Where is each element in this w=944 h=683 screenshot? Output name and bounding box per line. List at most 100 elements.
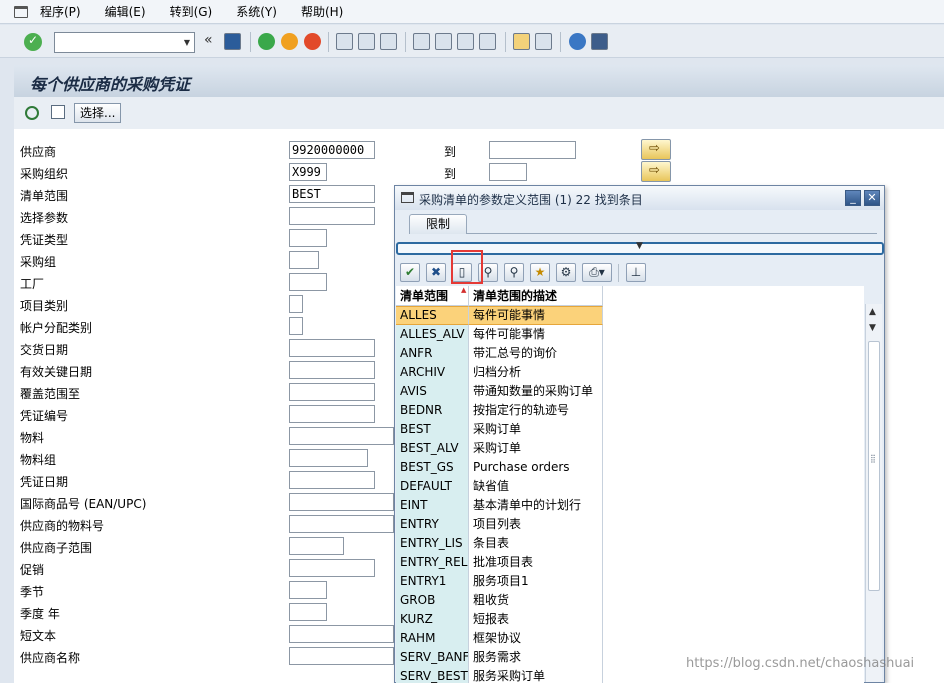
scope-cell: ENTRY_REL [396, 553, 469, 572]
table-row[interactable]: BEST_GS Purchase orders [396, 458, 864, 477]
ean-upc-input[interactable] [289, 493, 394, 511]
menu-edit[interactable]: 编辑(E) [105, 3, 146, 20]
scroll-thumb[interactable] [868, 341, 880, 591]
table-row[interactable]: GROB 粗收货 [396, 591, 864, 610]
table-row[interactable]: ENTRY1 服务项目1 [396, 572, 864, 591]
menu-program[interactable]: 程序(P) [40, 3, 81, 20]
back-icon[interactable] [258, 33, 275, 50]
enter-icon[interactable] [24, 33, 42, 51]
next-page-icon[interactable] [457, 33, 474, 50]
shortcut-icon[interactable] [535, 33, 552, 50]
menu-help[interactable]: 帮助(H) [301, 3, 343, 20]
scroll-down-icon[interactable]: ▼ [869, 323, 876, 333]
menu-goto[interactable]: 转到(G) [170, 3, 213, 20]
document-date-input[interactable] [289, 471, 375, 489]
print-icon[interactable] [336, 33, 353, 50]
table-row[interactable]: AVIS 带通知数量的采购订单 [396, 382, 864, 401]
scope-cell: EINT [396, 496, 469, 515]
find-next-icon[interactable]: ⚲ [504, 263, 524, 282]
column-header-description[interactable]: 清单范围的描述 [469, 286, 603, 306]
command-field[interactable] [54, 32, 195, 53]
vendor-to-input[interactable] [489, 141, 576, 159]
selection-button[interactable]: 选择... [74, 103, 122, 123]
purchasing-group-input[interactable] [289, 251, 319, 269]
vertical-scrollbar[interactable]: ▲ ▼ ⣿ [865, 304, 882, 682]
table-row[interactable]: ANFR 带汇总号的询价 [396, 344, 864, 363]
table-row[interactable]: ALLES_ALV 每件可能事情 [396, 325, 864, 344]
exit-icon[interactable] [281, 33, 298, 50]
table-row[interactable]: KURZ 短报表 [396, 610, 864, 629]
table-row[interactable]: BEST_ALV 采购订单 [396, 439, 864, 458]
item-category-input[interactable] [289, 295, 303, 313]
table-row[interactable]: ENTRY_LIS 条目表 [396, 534, 864, 553]
print-dropdown-icon[interactable]: ⎙▾ [582, 263, 612, 282]
scroll-up-icon[interactable]: ▲ [869, 307, 876, 317]
vendor-material-input[interactable] [289, 515, 394, 533]
description-cell: Purchase orders [469, 458, 603, 477]
vendor-name-input[interactable] [289, 647, 394, 665]
vendor-subrange-input[interactable] [289, 537, 344, 555]
material-input[interactable] [289, 427, 394, 445]
confirm-icon[interactable]: ✔ [400, 263, 420, 282]
scope-cell: AVIS [396, 382, 469, 401]
minimize-button[interactable]: _ [845, 190, 861, 206]
season-label: 季节 [20, 585, 45, 599]
delivery-date-input[interactable] [289, 339, 375, 357]
table-row[interactable]: ENTRY 项目列表 [396, 515, 864, 534]
table-row[interactable]: DEFAULT 缺省值 [396, 477, 864, 496]
scope-cell: ALLES_ALV [396, 325, 469, 344]
material-group-input[interactable] [289, 449, 368, 467]
table-row[interactable]: RAHM 框架协议 [396, 629, 864, 648]
first-page-icon[interactable] [413, 33, 430, 50]
tab-restrictions[interactable]: 限制 [409, 214, 467, 234]
description-cell: 服务需求 [469, 648, 603, 667]
settings-pin-icon[interactable]: ⊥ [626, 263, 646, 282]
document-type-input[interactable] [289, 229, 327, 247]
help-icon[interactable] [569, 33, 586, 50]
table-row[interactable]: ALLES 每件可能事情 [396, 306, 864, 325]
create-session-icon[interactable] [513, 33, 530, 50]
table-row[interactable]: BEDNR 按指定行的轨迹号 [396, 401, 864, 420]
vendor-from-input[interactable]: 9920000000 [289, 141, 375, 159]
selection-parameter-input[interactable] [289, 207, 375, 225]
document-number-input[interactable] [289, 405, 375, 423]
short-text-input[interactable] [289, 625, 394, 643]
find-next-icon[interactable] [380, 33, 397, 50]
previous-page-icon[interactable] [435, 33, 452, 50]
season-input[interactable] [289, 581, 327, 599]
personal-list-icon[interactable]: ⚙ [556, 263, 576, 282]
cancel-icon[interactable]: ✖ [426, 263, 446, 282]
account-assignment-input[interactable] [289, 317, 303, 335]
table-row[interactable]: EINT 基本清单中的计划行 [396, 496, 864, 515]
get-variant-icon[interactable] [51, 105, 65, 119]
cancel-icon[interactable] [304, 33, 321, 50]
collapse-icon[interactable]: « [204, 31, 213, 49]
scope-of-list-input[interactable]: BEST [289, 185, 375, 203]
season-year-input[interactable] [289, 603, 327, 621]
window-menu-icon[interactable] [14, 5, 28, 18]
last-page-icon[interactable] [479, 33, 496, 50]
execute-icon[interactable] [25, 106, 39, 120]
layout-menu-icon[interactable] [591, 33, 608, 50]
purch-org-from-input[interactable]: X999 [289, 163, 327, 181]
promotion-input[interactable] [289, 559, 375, 577]
validity-key-date-input[interactable] [289, 361, 375, 379]
find-icon[interactable] [358, 33, 375, 50]
plant-input[interactable] [289, 273, 327, 291]
menu-system[interactable]: 系统(Y) [236, 3, 277, 20]
validity-period-end-input[interactable] [289, 383, 375, 401]
table-row[interactable]: ARCHIV 归档分析 [396, 363, 864, 382]
add-favorite-icon[interactable]: ★ [530, 263, 550, 282]
document-date-label: 凭证日期 [20, 475, 69, 489]
scope-cell: KURZ [396, 610, 469, 629]
multiple-selection-button[interactable] [641, 161, 671, 182]
scope-cell: ENTRY [396, 515, 469, 534]
account-assignment-label: 帐户分配类别 [20, 321, 93, 335]
table-row[interactable]: BEST 采购订单 [396, 420, 864, 439]
table-row[interactable]: ENTRY_REL 批准项目表 [396, 553, 864, 572]
purch-org-to-input[interactable] [489, 163, 527, 181]
save-icon[interactable] [224, 33, 241, 50]
close-button[interactable]: ✕ [864, 190, 880, 206]
multiple-selection-button[interactable] [641, 139, 671, 160]
column-header-scope[interactable]: 清单范围 [396, 286, 469, 306]
